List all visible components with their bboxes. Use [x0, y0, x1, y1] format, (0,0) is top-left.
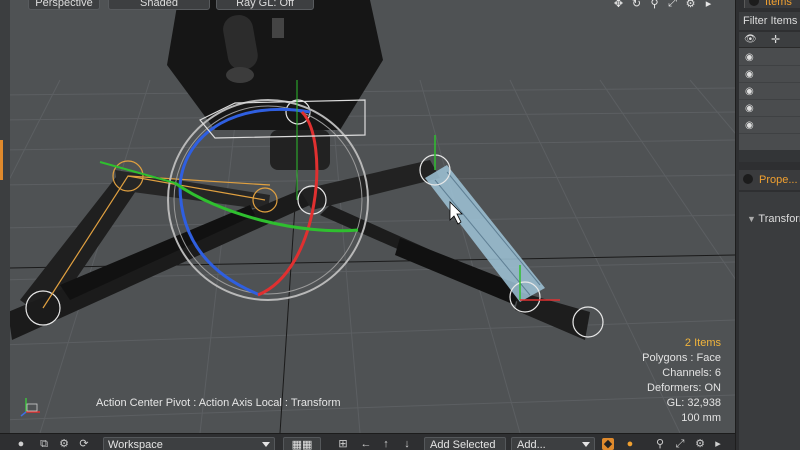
right-panel: Items Filter Items 👁 ✛ ◉ ◉ ◉ ◉ ◉ Prope..… — [735, 0, 800, 450]
items-list[interactable]: 👁 ✛ ◉ ◉ ◉ ◉ ◉ — [739, 32, 800, 160]
row-divider — [739, 116, 800, 117]
move-view-icon[interactable]: ✥ — [612, 0, 625, 10]
items-tab-label: Items — [765, 0, 792, 8]
items-tab[interactable]: Items — [744, 0, 800, 8]
add-dropdown[interactable]: Add... — [511, 437, 595, 450]
ray-gl-button[interactable]: Ray GL: Off — [216, 0, 314, 10]
arrow-up-icon[interactable]: ↑ — [380, 438, 392, 450]
layout-grid-button[interactable]: ▦▦ — [283, 437, 321, 450]
workspace-dropdown[interactable]: Workspace — [103, 437, 275, 450]
visibility-eye-icon[interactable]: ◉ — [745, 121, 757, 131]
chevron-down-icon — [582, 442, 590, 447]
gear-icon[interactable]: ⚙ — [58, 438, 70, 450]
cycle-icon[interactable]: ⟳ — [78, 438, 90, 450]
bottom-toolbar: ● ⧉ ⚙ ⟳ Workspace ▦▦ ⊞ ← ↑ ↓ Add Selecte… — [0, 433, 735, 450]
items-count: 2 Items — [684, 337, 721, 349]
row-divider — [739, 65, 800, 66]
settings-icon[interactable]: ⚙ — [684, 0, 697, 10]
grid-scale: 100 mm — [681, 412, 721, 424]
visibility-eye-icon[interactable]: ◉ — [745, 104, 757, 114]
3d-viewport[interactable]: Perspective Shaded Ray GL: Off ✥ ↻ ⚲ ⤢ ⚙… — [0, 0, 735, 433]
view-navigation-icons: ✥ ↻ ⚲ ⤢ ⚙ ▸ — [612, 0, 722, 10]
visibility-eye-icon[interactable]: ◉ — [745, 53, 757, 63]
shading-button[interactable]: Shaded — [108, 0, 210, 10]
transform-label: Transform — [758, 213, 800, 225]
fit-icon[interactable]: ⤢ — [674, 438, 686, 450]
fit-view-icon[interactable]: ⤢ — [666, 0, 679, 9]
row-divider — [739, 99, 800, 100]
chevron-down-icon — [262, 442, 270, 447]
rotate-view-icon[interactable]: ↻ — [630, 0, 643, 10]
arrow-down-icon[interactable]: ↓ — [401, 438, 413, 450]
properties-tab-label: Prope... — [759, 174, 798, 186]
properties-panel: ▼ Transform — [739, 192, 800, 450]
world-axis-icon — [20, 398, 40, 417]
network-icon[interactable]: ⊞ — [337, 438, 349, 450]
add-selected-button[interactable]: Add Selected — [424, 437, 506, 450]
workspace-label: Workspace — [108, 439, 163, 450]
left-panel-tab[interactable] — [0, 140, 3, 180]
deformers-status: Deformers: ON — [647, 382, 721, 394]
visibility-eye-icon[interactable]: ◉ — [745, 87, 757, 97]
properties-tab[interactable]: Prope... — [739, 170, 800, 190]
items-scrollbar[interactable] — [739, 150, 800, 162]
dot-icon[interactable]: ● — [15, 438, 27, 450]
items-list-header: 👁 ✛ — [739, 32, 800, 48]
viewport-info: 2 Items Polygons : Face Channels: 6 Defo… — [642, 336, 721, 426]
arrow-left-icon[interactable]: ← — [360, 438, 372, 450]
search-icon[interactable]: ⚲ — [654, 438, 666, 450]
tab-dot-icon — [749, 0, 759, 6]
scene-canvas[interactable] — [0, 0, 735, 433]
filter-items-input[interactable]: Filter Items — [739, 12, 800, 30]
visibility-column-icon[interactable]: 👁 — [744, 34, 757, 45]
action-center-status: Action Center Pivot : Action Axis Local … — [96, 397, 341, 409]
collapse-arrow-icon: ▼ — [747, 214, 759, 224]
add-label: Add... — [517, 439, 546, 450]
settings-icon[interactable]: ⚙ — [694, 438, 706, 450]
transform-group[interactable]: ▼ Transform — [747, 213, 800, 225]
zoom-view-icon[interactable]: ⚲ — [648, 0, 661, 10]
expand-icon[interactable]: ▸ — [702, 0, 715, 10]
projection-button[interactable]: Perspective — [28, 0, 100, 10]
polygons-mode: Polygons : Face — [642, 352, 721, 364]
tab-dot-icon — [743, 174, 753, 184]
channels-count: Channels: 6 — [662, 367, 721, 379]
visibility-eye-icon[interactable]: ◉ — [745, 70, 757, 80]
expand-icon[interactable]: ▸ — [712, 438, 724, 450]
record-icon[interactable]: ● — [624, 438, 636, 450]
hierarchy-icon[interactable]: ⧉ — [38, 438, 50, 450]
lock-column-icon[interactable]: ✛ — [771, 33, 780, 46]
row-divider — [739, 133, 800, 134]
keyframe-icon[interactable]: ◆ — [602, 438, 614, 450]
gl-count: GL: 32,938 — [666, 397, 721, 409]
viewport-left-edge — [0, 0, 10, 433]
row-divider — [739, 82, 800, 83]
grid-icon: ▦▦ — [291, 439, 313, 450]
